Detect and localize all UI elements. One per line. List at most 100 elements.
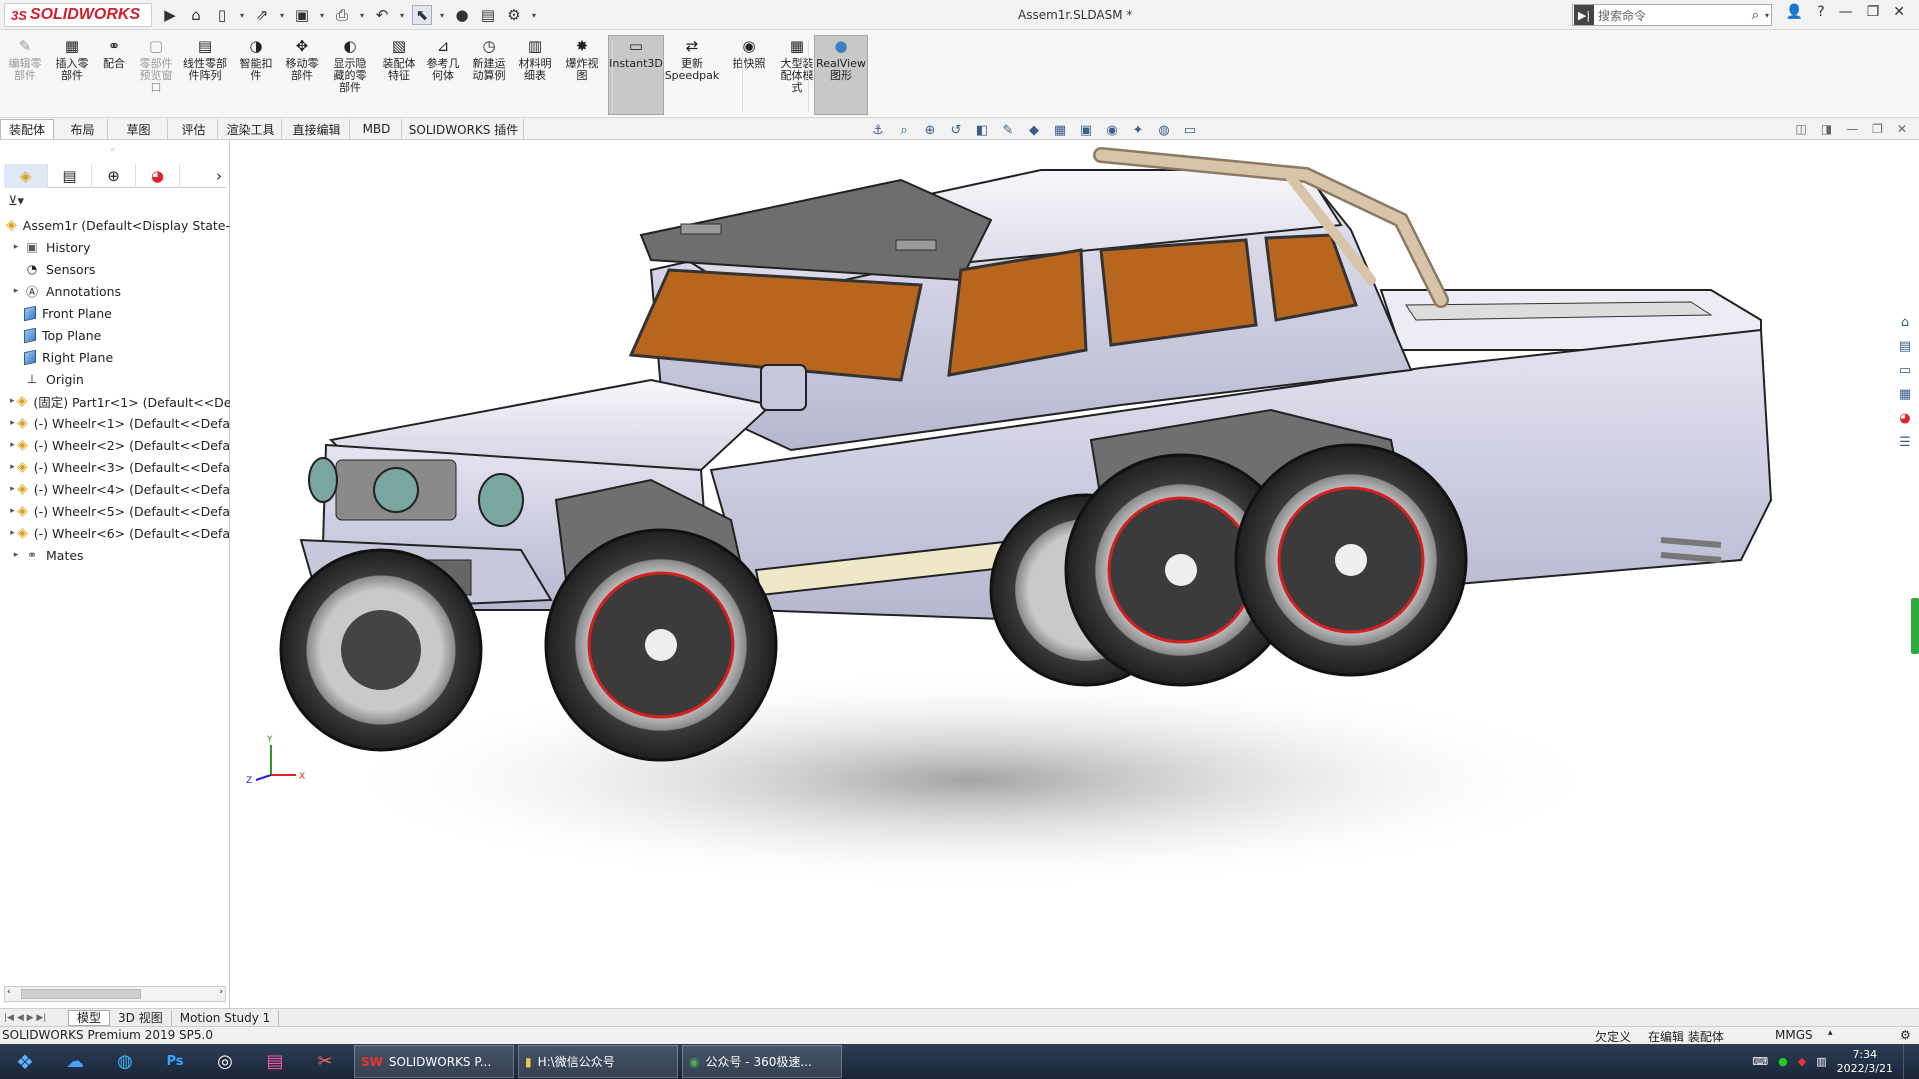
tray-network-icon[interactable]: ▥ (1816, 1055, 1826, 1068)
tab-4[interactable]: 渲染工具 (220, 119, 282, 139)
tab-6[interactable]: MBD (352, 119, 402, 139)
viewport-tile-icon[interactable]: ◫ (1795, 122, 1806, 136)
tree-item[interactable]: ⊥ Origin (0, 368, 230, 390)
home-icon[interactable]: ⌂ (186, 5, 206, 25)
open-dropdown-icon[interactable]: ▾ (278, 5, 286, 25)
tree-item[interactable]: Front Plane (0, 302, 230, 324)
tree-item[interactable]: ▸ ◈ (-) Wheelr<4> (Default<<Defa (0, 478, 230, 500)
start-button-icon[interactable]: ❖ (0, 1044, 50, 1079)
expand-arrow-icon[interactable]: ▸ (10, 550, 22, 560)
expand-arrow-icon[interactable]: ▸ (10, 462, 15, 472)
viewport-scroll-indicator[interactable] (1911, 598, 1919, 654)
tree-item[interactable]: Right Plane (0, 346, 230, 368)
viewport-close-icon[interactable]: ✕ (1897, 122, 1907, 136)
save-icon[interactable]: ▣ (292, 5, 312, 25)
design-library-icon[interactable]: ▤ (1895, 336, 1915, 356)
tab-nav-arrows-icon[interactable]: |◀ ◀ ▶ ▶| (0, 1010, 68, 1026)
ribbon-button-move-component[interactable]: ✥ 移动零 部件 (280, 36, 324, 116)
dynamic-annotation-icon[interactable]: ✎ (998, 121, 1018, 139)
search-input[interactable]: 搜索命令 (1598, 7, 1646, 24)
menu-arrow-icon[interactable]: ▶ (160, 5, 180, 25)
tree-item[interactable]: ▸ ◈ (-) Wheelr<6> (Default<<Defa (0, 522, 230, 544)
tree-item[interactable]: Top Plane (0, 324, 230, 346)
ribbon-button-exploded-view[interactable]: ✸ 爆炸视 图 (560, 36, 604, 116)
scroll-right-icon[interactable]: › (219, 987, 223, 997)
ribbon-button-realview[interactable]: ● RealView 图形 (814, 35, 868, 115)
viewport-split-icon[interactable]: ◨ (1821, 122, 1832, 136)
ribbon-button-smart-fastener[interactable]: ◑ 智能扣 件 (236, 36, 276, 116)
expand-arrow-icon[interactable]: ▸ (10, 286, 22, 296)
traffic-light-icon[interactable]: ● (452, 5, 472, 25)
zoom-area-icon[interactable]: ⊕ (920, 121, 940, 139)
tree-item[interactable]: ▸ ▣ History (0, 236, 230, 258)
show-desktop-icon[interactable] (1903, 1044, 1911, 1079)
tab-2[interactable]: 草图 (110, 119, 168, 139)
tree-item[interactable]: ▸ ◈ (固定) Part1r<1> (Default<<De (0, 390, 230, 412)
expand-arrow-icon[interactable]: ▸ (10, 396, 15, 406)
file-properties-icon[interactable]: ▤ (478, 5, 498, 25)
sketch-tool-icon[interactable]: ✂ (300, 1044, 350, 1079)
tree-item[interactable]: ▸ ◈ (-) Wheelr<5> (Default<<Defa (0, 500, 230, 522)
ribbon-button-preview-window[interactable]: ▢ 零部件 预览窗 口 (136, 36, 176, 116)
display-manager-tab-icon[interactable]: ◕ (136, 164, 180, 188)
panel-horizontal-scrollbar[interactable]: ‹ › (4, 986, 226, 1002)
appearances-icon[interactable]: ◕ (1895, 408, 1915, 428)
ribbon-button-insert-component[interactable]: ▦ 插入零 部件 (50, 36, 94, 116)
ribbon-button-large-assembly[interactable]: ▦ 大型装 配体模 式 (776, 36, 818, 116)
filter-icon[interactable]: ⊻▾ (8, 194, 24, 209)
ribbon-button-snapshot[interactable]: ◉ 拍快照 (728, 36, 770, 116)
search-dropdown-icon[interactable]: ▾ (1763, 5, 1771, 25)
ribbon-button-linear-pattern[interactable]: ▤ 线性零部 件阵列 (178, 36, 232, 116)
feature-manager-tab-icon[interactable]: ◈ (4, 164, 48, 188)
view-cube-icon[interactable]: ◆ (1024, 121, 1044, 139)
truck-model[interactable]: Y X Z (231, 140, 1919, 1008)
expand-arrow-icon[interactable]: ▸ (10, 528, 15, 538)
taskbar-window-1[interactable]: ▮ H:\微信公众号 (518, 1045, 678, 1078)
print-dropdown-icon[interactable]: ▾ (358, 5, 366, 25)
expand-arrow-icon[interactable]: ▸ (10, 418, 15, 428)
expand-arrow-icon[interactable]: ▸ (10, 242, 22, 252)
expand-arrow-icon[interactable]: ▸ (10, 484, 15, 494)
tray-security-icon[interactable]: ◆ (1798, 1055, 1806, 1068)
search-icon[interactable]: ⌕ (1752, 8, 1759, 23)
scene-icon[interactable]: ✦ (1128, 121, 1148, 139)
tab-3[interactable]: 评估 (170, 119, 218, 139)
unit-system[interactable]: MMGS (1775, 1028, 1813, 1042)
viewport-restore-icon[interactable]: ❐ (1872, 122, 1883, 136)
select-icon[interactable]: ⬉ (412, 5, 432, 25)
panel-grip-icon[interactable]: ◦ (110, 146, 115, 156)
status-options-icon[interactable]: ⚙ (1900, 1028, 1911, 1042)
tab-1[interactable]: 布局 (58, 119, 108, 139)
tree-item[interactable]: ▸ ◈ (-) Wheelr<3> (Default<<Defa (0, 456, 230, 478)
help-icon[interactable]: ? (1817, 4, 1824, 20)
taskbar-window-2[interactable]: ◉ 公众号 - 360极速... (682, 1045, 842, 1078)
graphics-area[interactable]: Y X Z ⌂ ▤ ▭ ▦ ◕ ☰ (231, 140, 1919, 1008)
ribbon-button-new-motion-study[interactable]: ◷ 新建运 动算例 (468, 36, 510, 116)
media-player-icon[interactable]: ▤ (250, 1044, 300, 1079)
previous-view-icon[interactable]: ↺ (946, 121, 966, 139)
ribbon-button-edit-component[interactable]: ✎ 编辑零 部件 (4, 36, 46, 116)
print-icon[interactable]: ⎙ (332, 5, 352, 25)
ribbon-button-mate[interactable]: ⚭ 配合 (96, 36, 132, 116)
scrollbar-thumb[interactable] (21, 989, 141, 999)
undo-icon[interactable]: ↶ (372, 5, 392, 25)
new-dropdown-icon[interactable]: ▾ (238, 5, 246, 25)
units-dropdown-icon[interactable]: ▴ (1828, 1028, 1833, 1038)
viewport-minimize-icon[interactable]: — (1846, 122, 1858, 136)
view-orientation-icon[interactable]: ⚓ (868, 121, 888, 139)
tree-item[interactable]: ▸ ◈ (-) Wheelr<1> (Default<<Defa (0, 412, 230, 434)
resources-home-icon[interactable]: ⌂ (1895, 312, 1915, 332)
baidu-netdisk-icon[interactable]: ☁ (50, 1044, 100, 1079)
search-box[interactable]: ▶| 搜索命令 ⌕ ▾ (1572, 4, 1772, 26)
taskbar-window-0[interactable]: SW SOLIDWORKS P... (354, 1045, 514, 1078)
ribbon-button-bom[interactable]: ▥ 材料明 细表 (514, 36, 556, 116)
configuration-manager-tab-icon[interactable]: ⊕ (92, 164, 136, 188)
tab-5[interactable]: 直接编辑 (284, 119, 350, 139)
options-dropdown-icon[interactable]: ▾ (530, 5, 538, 25)
user-icon[interactable]: 👤 (1786, 4, 1803, 20)
tree-item[interactable]: ▸ ⚭ Mates (0, 544, 230, 566)
panel-next-arrow-icon[interactable]: › (180, 164, 226, 188)
custom-properties-icon[interactable]: ☰ (1895, 432, 1915, 452)
minimize-icon[interactable]: — (1839, 4, 1853, 20)
ribbon-button-instant3d[interactable]: ▭ Instant3D (608, 35, 664, 115)
